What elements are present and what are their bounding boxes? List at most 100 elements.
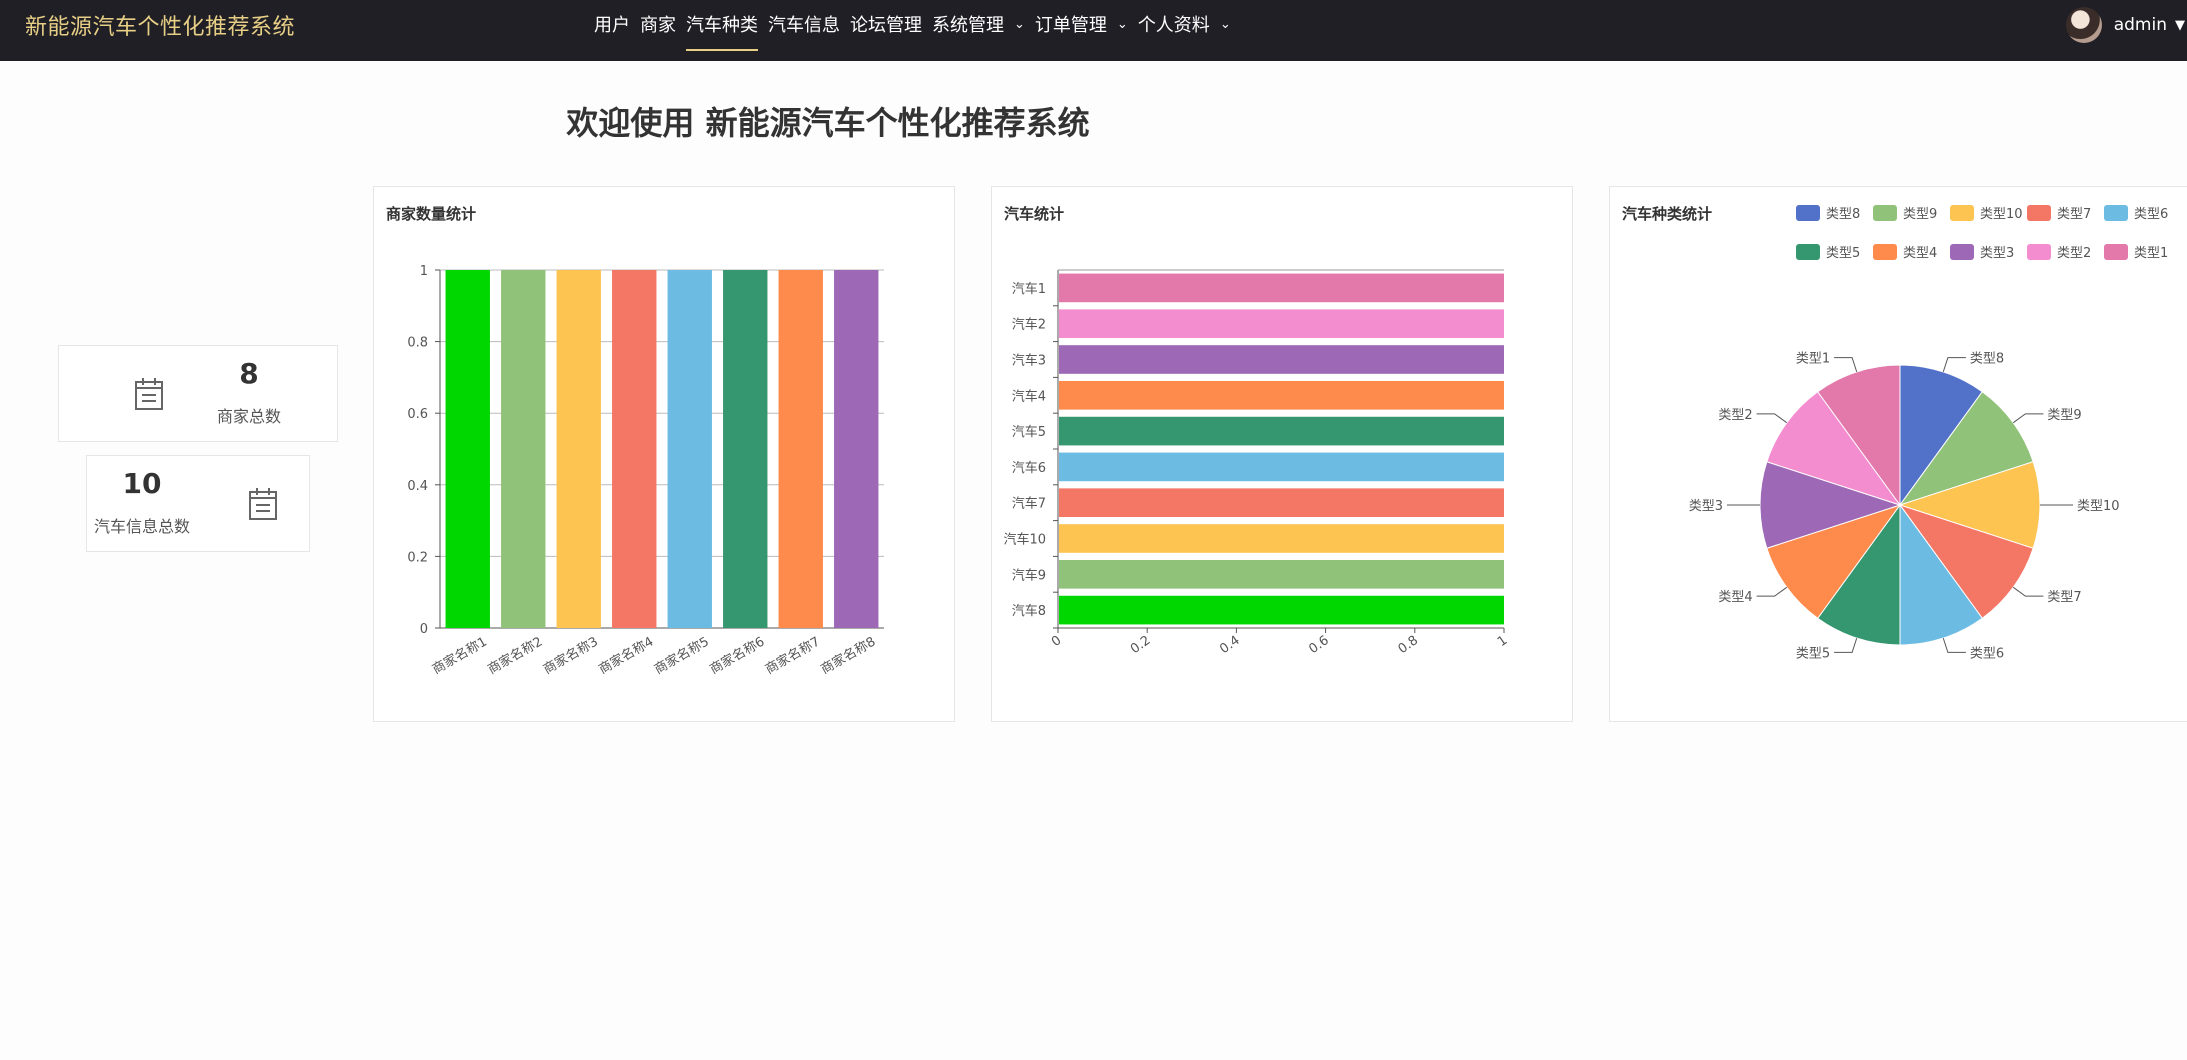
label-line	[1942, 637, 1966, 653]
x-tick-label: 1	[1495, 633, 1510, 650]
nav-item-label: 汽车种类	[686, 15, 758, 36]
nav-item-5[interactable]: 系统管理 ⌄	[932, 0, 1025, 61]
legend-label: 类型7	[2057, 207, 2091, 222]
y-tick-label: 汽车7	[1012, 496, 1046, 512]
bar	[1059, 452, 1504, 482]
top-navbar: 新能源汽车个性化推荐系统 用户 商家 汽车种类 汽车信息 论坛管理 系统管理 ⌄ 订单管理 ⌄ 个…	[0, 0, 2187, 61]
label-line	[1756, 413, 1788, 424]
x-tick-label: 商家名称8	[818, 634, 878, 678]
car-count-card: 10 汽车信息总数	[86, 455, 310, 552]
nav-item-label: 系统管理	[932, 15, 1004, 36]
calendar-icon	[135, 378, 163, 410]
x-tick-label: 0.8	[1396, 633, 1422, 657]
legend-label: 类型8	[1826, 207, 1860, 222]
label-line	[1834, 357, 1858, 373]
chevron-down-icon: ⌄	[1014, 17, 1025, 32]
bar	[1059, 524, 1504, 553]
bar	[445, 270, 490, 628]
bar	[723, 270, 768, 628]
legend-label: 类型3	[1980, 246, 2014, 261]
label-line	[2012, 413, 2044, 424]
nav-item-6[interactable]: 订单管理 ⌄	[1035, 0, 1128, 61]
username-label[interactable]: admin	[2114, 15, 2167, 35]
nav-item-1[interactable]: 商家	[640, 0, 676, 61]
nav-item-0[interactable]: 用户	[594, 0, 630, 61]
main-nav: 用户 商家 汽车种类 汽车信息 论坛管理 系统管理 ⌄ 订单管理 ⌄ 个人资料 ⌄	[594, 0, 1241, 61]
legend-swatch	[1873, 244, 1897, 260]
bar	[612, 270, 657, 628]
legend-label: 类型5	[1826, 246, 1860, 261]
legend-label: 类型9	[1903, 207, 1937, 222]
x-tick-label: 商家名称2	[485, 634, 545, 678]
legend-swatch	[2027, 205, 2051, 221]
bar	[556, 270, 601, 628]
nav-item-label: 用户	[594, 15, 630, 36]
merchant-chart-panel: 商家数量统计 0 0.2 0.4 0.6 0.8 1 商家名称1 商家名称2 商家名称3 商家名称…	[373, 186, 955, 722]
y-tick-label: 汽车4	[1012, 388, 1046, 404]
x-tick-label: 商家名称4	[596, 634, 656, 678]
slice-label: 类型5	[1796, 646, 1830, 661]
x-tick-label: 0	[1049, 633, 1064, 650]
y-tick-label: 汽车5	[1012, 424, 1046, 440]
avatar[interactable]	[2065, 7, 2102, 43]
x-tick-label: 0.2	[1128, 633, 1154, 657]
slice-label: 类型2	[1718, 408, 1752, 423]
legend-label: 类型6	[2134, 207, 2168, 222]
nav-item-label: 论坛管理	[850, 15, 922, 36]
car-hbar-chart: 汽车1 汽车2 汽车3 汽车4 汽车5 汽车6 汽车7 汽车10 汽车9 汽车80 0.2 0.4 0.…	[1003, 269, 1510, 657]
y-tick-label: 汽车2	[1012, 317, 1046, 333]
legend-swatch	[2027, 244, 2051, 260]
bar	[501, 270, 546, 628]
slice-label: 类型6	[1970, 646, 2004, 661]
legend-swatch	[2104, 244, 2128, 260]
bar	[1059, 309, 1504, 339]
bar	[1059, 380, 1504, 410]
calendar-icon	[249, 488, 277, 520]
legend-swatch	[1950, 205, 1974, 221]
nav-item-4[interactable]: 论坛管理	[850, 0, 922, 61]
y-tick-label: 0.4	[407, 479, 428, 494]
car-chart-panel: 汽车统计 汽车1 汽车2 汽车3 汽车4 汽车5 汽车6 汽车7 汽车10 汽车9 汽车8 0 0.2…	[991, 186, 1573, 722]
legend-swatch	[1873, 205, 1897, 221]
nav-item-7[interactable]: 个人资料 ⌄	[1138, 0, 1231, 61]
label-line	[1834, 637, 1858, 653]
bar	[1059, 345, 1504, 374]
bar	[778, 270, 823, 628]
y-tick-label: 汽车8	[1012, 603, 1046, 619]
y-tick-label: 0	[420, 622, 428, 637]
caret-down-icon[interactable]: ▼	[2175, 18, 2185, 33]
slice-label: 类型3	[1689, 499, 1723, 514]
legend-swatch	[1950, 244, 1974, 260]
x-tick-label: 商家名称7	[763, 634, 823, 678]
nav-item-3[interactable]: 汽车信息	[768, 0, 840, 61]
car-type-pie-chart: 类型8 类型9 类型10 类型7 类型6 类型5 类型4 类型3 类型2 类型1 类型8 类型9 类型1…	[1689, 205, 2168, 661]
label-line	[1756, 586, 1788, 597]
merchant-count-label: 商家总数	[216, 407, 281, 426]
nav-item-2[interactable]: 汽车种类	[686, 0, 758, 61]
y-tick-label: 汽车9	[1012, 567, 1046, 583]
x-tick-label: 0.4	[1217, 633, 1243, 657]
legend-label: 类型4	[1903, 246, 1937, 261]
legend-swatch	[1796, 244, 1820, 260]
legend-label: 类型10	[1980, 207, 2023, 222]
bar	[1059, 595, 1504, 625]
legend-label: 类型2	[2057, 246, 2091, 261]
y-tick-label: 1	[420, 264, 428, 279]
legend-swatch	[2104, 205, 2128, 221]
y-tick-label: 0.8	[407, 336, 428, 351]
slice-label: 类型1	[1796, 352, 1830, 367]
bar	[1059, 488, 1504, 518]
nav-item-label: 汽车信息	[768, 15, 840, 36]
chevron-down-icon: ⌄	[1116, 17, 1128, 32]
nav-item-label: 订单管理	[1034, 15, 1107, 36]
merchant-count-card: 8 商家总数	[58, 345, 338, 442]
nav-item-label: 商家	[640, 15, 676, 36]
merchant-bar-chart: 00.20.40.60.81商家名称1商家名称2商家名称3商家名称4商家名称5商…	[407, 264, 884, 678]
legend-swatch	[1796, 205, 1820, 221]
car-count-label: 汽车信息总数	[93, 517, 190, 536]
slice-label: 类型10	[2077, 499, 2120, 514]
y-tick-label: 汽车6	[1012, 460, 1046, 476]
user-menu[interactable]: admin ▼	[2065, 0, 2187, 50]
bar	[834, 270, 879, 628]
welcome-title: 欢迎使用 新能源汽车个性化推荐系统	[566, 104, 1090, 142]
